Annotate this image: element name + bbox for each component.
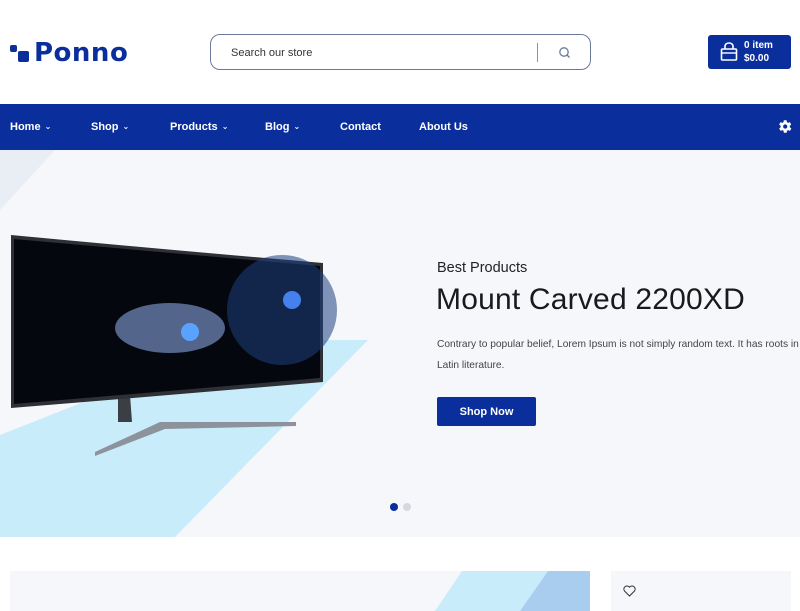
nav-label: Shop: [91, 121, 119, 133]
nav-label: About Us: [419, 121, 468, 133]
search-button[interactable]: [556, 44, 574, 62]
search-icon: [559, 47, 570, 58]
chevron-down-icon: ⌄: [122, 122, 130, 131]
hero-title: Mount Carved 2200XD: [436, 283, 745, 316]
shopping-bag-icon: [720, 42, 738, 61]
cart-count: 0 item: [744, 40, 773, 51]
wishlist-button[interactable]: [623, 584, 636, 597]
nav-item-shop[interactable]: Shop ⌄: [91, 104, 129, 150]
settings-button[interactable]: [776, 118, 793, 135]
search-divider: [537, 43, 538, 62]
search-bar: [210, 34, 591, 70]
nav-item-blog[interactable]: Blog ⌄: [265, 104, 300, 150]
hero-description: Contrary to popular belief, Lorem Ipsum …: [437, 334, 800, 376]
gear-icon: [779, 120, 792, 133]
chevron-down-icon: ⌄: [221, 122, 229, 131]
slider-dot-2[interactable]: [403, 503, 411, 511]
cart-button[interactable]: 0 item $0.00: [708, 35, 791, 69]
site-header: Ponno 0 item $0.00: [0, 0, 800, 104]
nav-label: Home: [10, 121, 41, 133]
main-nav: Home ⌄ Shop ⌄ Products ⌄ Blog ⌄ Contact Abou…: [0, 104, 800, 150]
nav-item-home[interactable]: Home ⌄: [10, 104, 51, 150]
slider-pagination: [390, 503, 411, 511]
logo[interactable]: Ponno: [10, 38, 128, 68]
chevron-down-icon: ⌄: [293, 122, 301, 131]
hero-subtitle: Best Products: [437, 260, 528, 276]
slider-dot-1[interactable]: [390, 503, 398, 511]
shop-now-button[interactable]: Shop Now: [437, 397, 536, 426]
hero-description-line: Contrary to popular belief, Lorem Ipsum …: [437, 339, 800, 350]
hero-slider: Best Products Mount Carved 2200XD Contra…: [0, 150, 800, 537]
cart-total: $0.00: [744, 53, 770, 64]
heart-icon: [623, 585, 636, 597]
banner-decoration: [435, 571, 590, 611]
product-card: [611, 571, 791, 611]
logo-text: Ponno: [34, 38, 129, 68]
nav-label: Blog: [265, 121, 290, 133]
logo-mark-icon: [10, 41, 32, 65]
nav-item-about-us[interactable]: About Us: [419, 104, 468, 150]
nav-item-contact[interactable]: Contact: [340, 104, 381, 150]
chevron-down-icon: ⌄: [44, 122, 52, 131]
nav-label: Contact: [340, 121, 381, 133]
nav-label: Products: [170, 121, 218, 133]
promo-banner-left[interactable]: [10, 571, 590, 611]
hero-description-line: Latin literature.: [437, 360, 505, 371]
nav-item-products[interactable]: Products ⌄: [170, 104, 228, 150]
search-input[interactable]: [231, 43, 531, 63]
